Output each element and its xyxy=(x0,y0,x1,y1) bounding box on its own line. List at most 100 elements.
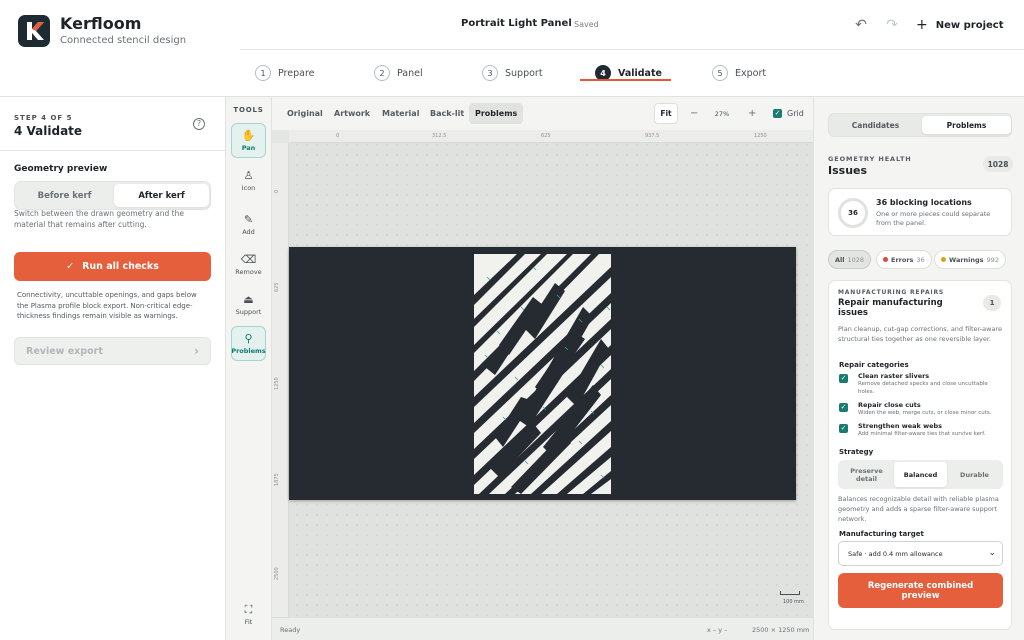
filter-count: 36 xyxy=(916,255,925,264)
run-all-checks-button[interactable]: ✓ Run all checks xyxy=(14,252,211,281)
tool-label: Fit xyxy=(244,617,253,626)
tool-label: Add xyxy=(242,227,255,236)
ruler-tick: 1250 xyxy=(754,133,767,139)
tab-candidates[interactable]: Candidates xyxy=(831,116,920,134)
stencil-panel[interactable] xyxy=(289,247,796,500)
hand-icon: ✋ xyxy=(241,128,256,142)
step-label: Panel xyxy=(397,67,423,79)
sidebar-divider xyxy=(0,150,225,151)
filter-warnings[interactable]: Warnings 992 xyxy=(934,250,1006,269)
blocking-summary-card[interactable]: 36 36 blocking locations One or more pie… xyxy=(828,188,1012,236)
scale-bar xyxy=(780,591,800,595)
filter-count: 992 xyxy=(986,255,999,264)
step-panel[interactable]: 2 Panel xyxy=(374,65,423,81)
filter-all[interactable]: All 1028 xyxy=(828,250,872,269)
view-tab-material[interactable]: Material xyxy=(376,103,425,124)
tool-fit[interactable]: ⛶ Fit xyxy=(231,597,266,632)
grid-label: Grid xyxy=(787,109,804,118)
repairs-eyebrow: MANUFACTURING REPAIRS xyxy=(838,289,944,296)
fit-button[interactable]: Fit xyxy=(654,103,678,124)
category-title: Clean raster slivers xyxy=(858,372,930,380)
filter-count: 1028 xyxy=(847,255,865,264)
tools-column: TOOLS ✋ Pan ♙ Icon ✎ Add ⌫ Remove ⏏ Supp… xyxy=(226,97,272,640)
save-status: Saved xyxy=(574,20,599,29)
tab-problems[interactable]: Problems xyxy=(922,116,1011,134)
filter-errors[interactable]: Errors 36 xyxy=(876,250,932,269)
error-dot-icon xyxy=(883,257,888,262)
project-title[interactable]: Portrait Light Panel xyxy=(461,18,572,29)
strategy-label: Strategy xyxy=(839,448,874,456)
review-export-label: Review export xyxy=(26,345,103,357)
step-number: 2 xyxy=(374,65,390,81)
panel-size: 2500 × 1250 mm xyxy=(752,626,810,634)
before-kerf-option[interactable]: Before kerf xyxy=(17,184,112,207)
filter-label: Errors xyxy=(891,255,914,264)
blocking-subtitle: One or more pieces could separate from t… xyxy=(876,210,991,227)
grid-checkbox[interactable]: ✓ xyxy=(773,109,782,118)
redo-icon[interactable]: ↷ xyxy=(883,16,901,34)
repairs-badge: 1 xyxy=(983,295,1001,311)
strategy-help: Balances recognizable detail with reliab… xyxy=(838,495,999,523)
blocking-title: 36 blocking locations xyxy=(876,198,972,207)
issues-count-badge: 1028 xyxy=(983,156,1013,172)
help-icon[interactable]: ? xyxy=(193,118,205,130)
kerfloom-logo[interactable] xyxy=(18,15,50,47)
active-step-indicator xyxy=(580,79,671,81)
category-checkbox[interactable]: ✓ xyxy=(839,403,848,412)
ruler-tick: 0 xyxy=(336,133,340,139)
zoom-in-icon[interactable]: + xyxy=(748,103,756,124)
view-tab-backlit[interactable]: Back-lit xyxy=(424,103,470,124)
strategy-selector: Preserve detail Balanced Durable xyxy=(838,460,1003,489)
step-eyebrow: STEP 4 OF 5 xyxy=(14,114,73,122)
issues-title: Issues xyxy=(828,164,868,177)
strategy-durable[interactable]: Durable xyxy=(948,462,1001,487)
tool-add[interactable]: ✎ Add xyxy=(231,207,266,242)
ruler-tick: 2500 xyxy=(274,567,280,580)
status-bar: Ready x – y – 2500 × 1250 mm xyxy=(272,617,813,640)
repairs-title: Repair manufacturing issues xyxy=(838,298,943,318)
regenerate-label: Regenerate combined preview xyxy=(867,580,974,601)
scale-label: 100 mm xyxy=(783,599,804,605)
ruler-tick: 1875 xyxy=(274,473,280,486)
view-toolbar: Original Artwork Material Back-lit Probl… xyxy=(272,97,813,130)
step-label: Support xyxy=(505,67,543,79)
repairs-description: Plan cleanup, cut-gap corrections, and f… xyxy=(838,325,1002,343)
cursor-coords: x – y – xyxy=(707,626,728,634)
new-project-label: New project xyxy=(935,19,1004,31)
tool-remove[interactable]: ⌫ Remove xyxy=(231,247,266,282)
undo-icon[interactable]: ↶ xyxy=(852,16,870,34)
review-export-button[interactable]: Review export › xyxy=(14,337,211,365)
tool-problems[interactable]: ⚲ Problems xyxy=(231,326,266,361)
view-tab-problems[interactable]: Problems xyxy=(469,103,524,124)
strategy-preserve-detail[interactable]: Preserve detail xyxy=(840,462,893,487)
regenerate-preview-button[interactable]: Regenerate combined preview xyxy=(838,573,1003,608)
new-project-button[interactable]: + New project xyxy=(916,16,1003,34)
step-support[interactable]: 3 Support xyxy=(482,65,543,81)
view-tab-artwork[interactable]: Artwork xyxy=(328,103,376,124)
target-label: Manufacturing target xyxy=(839,530,924,538)
step-export[interactable]: 5 Export xyxy=(712,65,766,81)
tool-pan[interactable]: ✋ Pan xyxy=(231,123,266,158)
after-kerf-option[interactable]: After kerf xyxy=(114,184,209,207)
step-prepare[interactable]: 1 Prepare xyxy=(255,65,315,81)
category-checkbox[interactable]: ✓ xyxy=(839,424,848,433)
grid-toggle[interactable]: ✓ Grid xyxy=(773,103,804,124)
problems-sidebar: Candidates Problems GEOMETRY HEALTH Issu… xyxy=(813,97,1024,640)
tool-support[interactable]: ⏏ Support xyxy=(231,287,266,322)
ruler-corner xyxy=(272,130,289,143)
canvas-area: Original Artwork Material Back-lit Probl… xyxy=(272,97,813,640)
zoom-out-icon[interactable]: − xyxy=(690,103,698,124)
step-heading: 4 Validate xyxy=(14,124,83,138)
filter-label: All xyxy=(835,255,845,264)
category-title: Repair close cuts xyxy=(858,401,921,409)
view-tab-original[interactable]: Original xyxy=(281,103,329,124)
target-select[interactable]: Safe · add 0.4 mm allowance ⌄ xyxy=(838,541,1003,566)
design-stage[interactable]: 0 312.5 625 937.5 1250 0 625 1250 1875 2… xyxy=(272,130,813,617)
support-icon: ⏏ xyxy=(243,292,254,306)
ruler-tick: 312.5 xyxy=(432,133,447,139)
category-checkbox[interactable]: ✓ xyxy=(839,374,848,383)
tool-label: Support xyxy=(235,307,262,316)
strategy-balanced[interactable]: Balanced xyxy=(894,462,947,487)
plus-icon: + xyxy=(916,17,928,33)
tool-icon[interactable]: ♙ Icon xyxy=(231,163,266,198)
